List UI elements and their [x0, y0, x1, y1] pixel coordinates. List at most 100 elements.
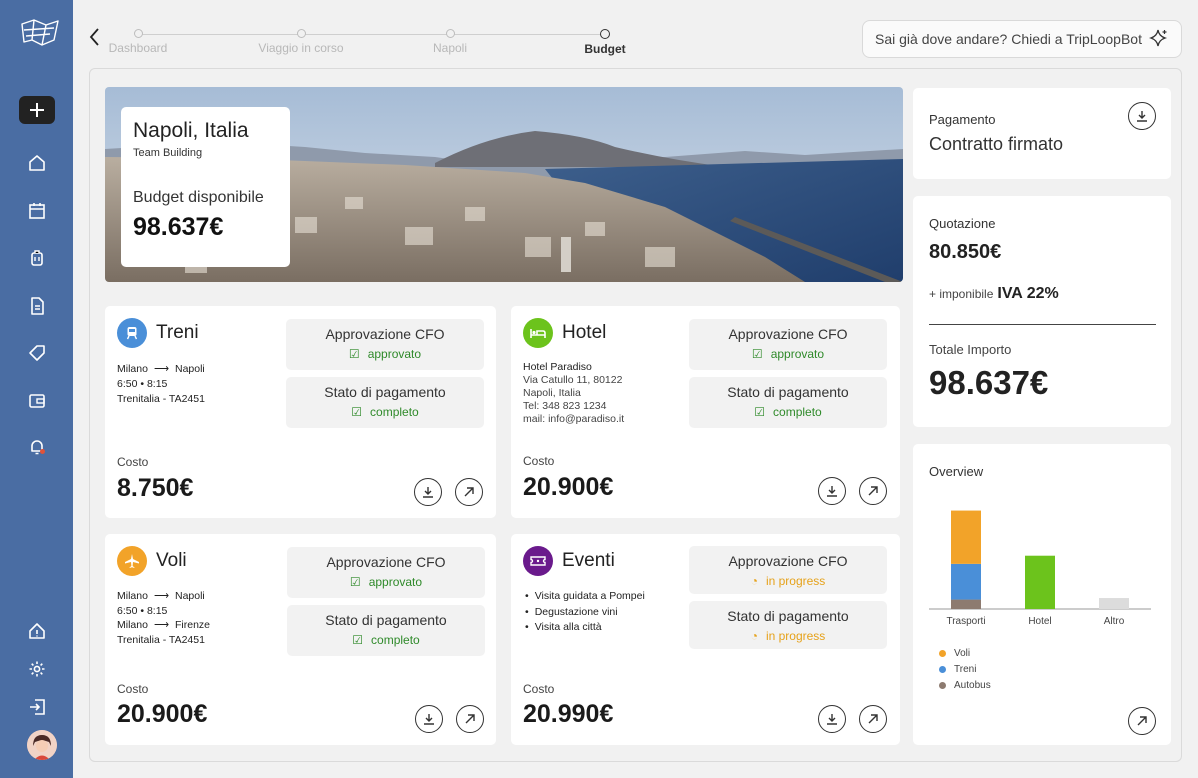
budget-label: Budget disponibile	[133, 189, 264, 206]
quote-value: 80.850€	[929, 241, 1002, 263]
legend-item-autobus: Autobus	[939, 677, 991, 693]
list-item: Visita guidata a Pompei	[525, 589, 645, 605]
hotel-cost: 20.900€	[523, 473, 614, 501]
assistant-search-input[interactable]: Sai già dove andare? Chiedi a TripLoopBo…	[862, 20, 1182, 58]
trains-payment-status: ☑ completo	[351, 405, 419, 419]
trains-cost: 8.750€	[117, 474, 194, 502]
logout-icon[interactable]	[26, 696, 48, 718]
flights-open-button[interactable]	[456, 705, 484, 733]
events-open-button[interactable]	[859, 705, 887, 733]
flights-payment-status: ☑ completo	[352, 633, 420, 647]
breadcrumb-stepper: Dashboard Viaggio in corso Napoli Budget	[109, 28, 626, 62]
list-item: Degustazione vini	[525, 605, 645, 621]
hotel-card: Hotel Hotel Paradiso Via Catullo 11, 801…	[511, 306, 900, 518]
trip-type: Team Building	[133, 147, 203, 159]
bar-hotel	[1025, 555, 1055, 609]
quote-divider	[929, 324, 1156, 325]
arrow-right-icon: ⟶	[153, 619, 169, 631]
bar-altro	[1099, 598, 1129, 609]
quote-tax: + imponibile IVA 22%	[929, 285, 1059, 302]
hotel-approval-status: ☑ approvato	[751, 347, 825, 361]
sparkle-icon[interactable]	[1148, 28, 1169, 51]
trains-card: Treni Milano ⟶ Napoli 6:50 • 8:15 Trenital…	[105, 306, 496, 518]
hotel-cost-label: Costo	[523, 454, 555, 468]
overview-card: Overview Trasporti Hotel Altro Voli Treni …	[913, 444, 1171, 745]
hotel-card-title: Hotel	[523, 318, 606, 348]
tick-label-hotel: Hotel	[1028, 616, 1051, 627]
payment-download-button[interactable]	[1128, 102, 1156, 130]
flights-cost-label: Costo	[117, 682, 149, 696]
events-cost-label: Costo	[523, 682, 555, 696]
home-icon[interactable]	[26, 152, 48, 174]
check-square-icon: ☑	[754, 405, 766, 419]
step-viaggio-in-corso[interactable]: Viaggio in corso	[238, 28, 364, 55]
events-approval-box: Approvazione CFO ◔ in progress	[689, 546, 887, 594]
back-chevron-icon[interactable]	[86, 26, 106, 48]
hotel-approval-box: Approvazione CFO ☑ approvato	[689, 319, 887, 370]
legend-item-treni: Treni	[939, 661, 991, 677]
sidebar	[0, 0, 73, 778]
bar-trasporti-autobus	[951, 599, 981, 609]
trains-download-button[interactable]	[414, 478, 442, 506]
events-cost: 20.990€	[523, 700, 614, 728]
plane-icon	[117, 546, 147, 576]
list-item: Visita alla città	[525, 620, 645, 636]
check-square-icon: ☑	[351, 405, 363, 419]
info-icon[interactable]	[26, 620, 48, 642]
trains-cost-label: Costo	[117, 455, 149, 469]
progress-pie-icon: ◔	[750, 574, 758, 588]
progress-pie-icon: ◔	[750, 629, 758, 643]
events-list: Visita guidata a Pompei Degustazione vin…	[525, 589, 645, 636]
flights-card-title: Voli	[117, 546, 187, 576]
destination-summary-card: Napoli, Italia Team Building Budget disp…	[121, 107, 290, 267]
payment-value: Contratto firmato	[929, 134, 1064, 154]
stepper-line	[139, 34, 605, 35]
trains-details: Milano ⟶ Napoli 6:50 • 8:15 Trenitalia - T…	[117, 363, 205, 405]
hotel-payment-status: ☑ completo	[754, 405, 822, 419]
hotel-open-button[interactable]	[859, 477, 887, 505]
luggage-icon[interactable]	[26, 247, 48, 269]
tick-label-trasporti: Trasporti	[946, 616, 985, 627]
hotel-payment-box: Stato di pagamento ☑ completo	[689, 377, 887, 428]
overview-chart: Trasporti Hotel Altro	[929, 510, 1151, 627]
events-approval-status: ◔ in progress	[750, 574, 826, 588]
settings-gear-icon[interactable]	[26, 658, 48, 680]
document-icon[interactable]	[26, 295, 48, 317]
avatar[interactable]	[27, 730, 57, 760]
overview-title: Overview	[929, 464, 984, 479]
hotel-download-button[interactable]	[818, 477, 846, 505]
wallet-icon[interactable]	[26, 390, 48, 412]
trains-approval-status: ☑ approvato	[348, 347, 422, 361]
bar-trasporti-treni	[951, 563, 981, 600]
bed-icon	[523, 318, 553, 348]
quote-label: Quotazione	[929, 216, 996, 231]
ticket-icon	[523, 546, 553, 576]
events-download-button[interactable]	[818, 705, 846, 733]
logo-icon[interactable]	[20, 18, 60, 48]
trains-card-title: Treni	[117, 318, 199, 348]
trains-open-button[interactable]	[455, 478, 483, 506]
step-budget[interactable]: Budget	[575, 28, 635, 56]
total-value: 98.637€	[929, 364, 1049, 401]
flights-download-button[interactable]	[415, 705, 443, 733]
hotel-details: Hotel Paradiso Via Catullo 11, 80122 Nap…	[523, 361, 625, 425]
overview-open-button[interactable]	[1128, 707, 1156, 735]
flights-details: Milano ⟶ Napoli 6:50 • 8:15 Milano ⟶ Firenze…	[117, 590, 211, 646]
check-square-icon: ☑	[352, 633, 364, 647]
flights-card: Voli Milano ⟶ Napoli 6:50 • 8:15 Milano ⟶ Fi…	[105, 534, 496, 745]
arrow-right-icon: ⟶	[153, 590, 169, 602]
step-napoli[interactable]: Napoli	[420, 28, 480, 55]
events-card: Eventi Visita guidata a Pompei Degustazi…	[511, 534, 900, 745]
events-payment-box: Stato di pagamento ◔ in progress	[689, 601, 887, 649]
assistant-prompt: Sai già dove andare? Chiedi a TripLoopBo…	[875, 31, 1142, 47]
bar-trasporti-voli	[951, 510, 981, 564]
calendar-icon[interactable]	[26, 200, 48, 222]
check-square-icon: ☑	[348, 347, 360, 361]
arrow-right-icon: ⟶	[153, 363, 169, 375]
payment-label: Pagamento	[929, 112, 996, 127]
step-dashboard[interactable]: Dashboard	[108, 28, 168, 55]
check-square-icon: ☑	[751, 347, 763, 361]
notification-bell-icon[interactable]	[26, 436, 48, 458]
tag-icon[interactable]	[26, 342, 48, 364]
add-button[interactable]	[19, 96, 55, 124]
